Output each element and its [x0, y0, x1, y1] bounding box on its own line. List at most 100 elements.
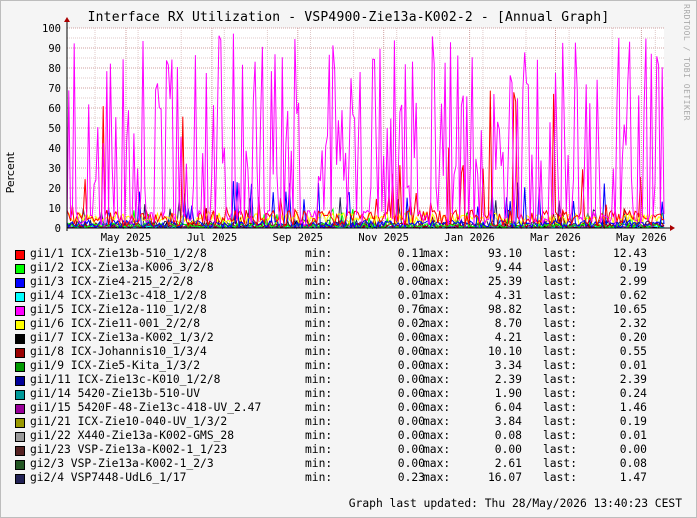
max-label: max:: [423, 401, 451, 414]
last-label: last:: [543, 247, 578, 260]
max-value: 9.44: [494, 261, 522, 274]
legend-row: gi1/4 ICX-Zie13c-418_1/2/8 min: 0.01 max: 4.…: [15, 289, 685, 303]
max-value: 4.31: [494, 289, 522, 302]
legend-label: gi2/4 VSP7448-UdL6_1/17: [30, 471, 187, 484]
last-label: last:: [543, 317, 578, 330]
legend-row: gi2/3 VSP-Zie13a-K002-1_2/3 min: 0.00 max: 2…: [15, 457, 685, 471]
max-value: 16.07: [487, 471, 522, 484]
min-value: 0.00: [397, 415, 425, 428]
legend-swatch: [15, 376, 25, 386]
last-value: 1.46: [619, 401, 647, 414]
min-value: 0.11: [397, 247, 425, 260]
legend-label: gi1/7 ICX-Zie13a-K002_1/3/2: [30, 331, 214, 344]
last-value: 2.32: [619, 317, 647, 330]
max-value: 93.10: [487, 247, 522, 260]
min-label: min:: [305, 359, 333, 372]
legend: gi1/1 ICX-Zie13b-510_1/2/8 min: 0.11 max: 93…: [15, 247, 685, 485]
legend-row: gi1/14 5420-Zie13b-510-UV min: 0.00 max: 1.9…: [15, 387, 685, 401]
min-value: 0.00: [397, 359, 425, 372]
max-value: 6.04: [494, 401, 522, 414]
y-tick-label: 90: [48, 43, 61, 55]
max-value: 1.90: [494, 387, 522, 400]
max-label: max:: [423, 429, 451, 442]
legend-swatch: [15, 320, 25, 330]
last-label: last:: [543, 261, 578, 274]
legend-swatch: [15, 334, 25, 344]
min-value: 0.23: [397, 471, 425, 484]
min-value: 0.00: [397, 373, 425, 386]
last-value: 1.47: [619, 471, 647, 484]
max-label: max:: [423, 261, 451, 274]
x-tick-label: May 2025: [101, 232, 152, 244]
legend-swatch: [15, 348, 25, 358]
legend-swatch: [15, 306, 25, 316]
y-tick-label: 80: [48, 63, 61, 75]
legend-swatch: [15, 390, 25, 400]
y-tick-label: 60: [48, 103, 61, 115]
min-value: 0.02: [397, 317, 425, 330]
legend-label: gi1/23 VSP-Zie13a-K002-1_1/23: [30, 443, 228, 456]
legend-row: gi1/11 ICX-Zie13c-K010_1/2/8 min: 0.00 max:…: [15, 373, 685, 387]
max-value: 25.39: [487, 275, 522, 288]
last-value: 0.62: [619, 289, 647, 302]
max-value: 3.34: [494, 359, 522, 372]
min-label: min:: [305, 345, 333, 358]
min-value: 0.00: [397, 457, 425, 470]
min-value: 0.00: [397, 401, 425, 414]
max-label: max:: [423, 317, 451, 330]
max-value: 10.10: [487, 345, 522, 358]
y-tick-label: 20: [48, 183, 61, 195]
min-label: min:: [305, 471, 333, 484]
legend-label: gi2/3 VSP-Zie13a-K002-1_2/3: [30, 457, 214, 470]
min-label: min:: [305, 429, 333, 442]
legend-swatch: [15, 432, 25, 442]
max-label: max:: [423, 471, 451, 484]
legend-label: gi1/14 5420-Zie13b-510-UV: [30, 387, 201, 400]
y-tick-label: 40: [48, 143, 61, 155]
max-label: max:: [423, 247, 451, 260]
legend-label: gi1/8 ICX-Johannis10_1/3/4: [30, 345, 207, 358]
x-tick-label: Jan 2026: [444, 232, 495, 244]
last-value: 0.55: [619, 345, 647, 358]
legend-row: gi1/22 X440-Zie13a-K002-GMS_28 min: 0.00 ma…: [15, 429, 685, 443]
legend-row: gi1/5 ICX-Zie12a-110_1/2/8 min: 0.76 max: 98…: [15, 303, 685, 317]
max-value: 0.00: [494, 443, 522, 456]
legend-label: gi1/15 5420F-48-Zie13c-418-UV_2.47: [30, 401, 262, 414]
legend-row: gi1/2 ICX-Zie13a-K006_3/2/8 min: 0.00 max: 9…: [15, 261, 685, 275]
legend-swatch: [15, 278, 25, 288]
max-value: 0.08: [494, 429, 522, 442]
max-label: max:: [423, 345, 451, 358]
last-label: last:: [543, 415, 578, 428]
last-value: 0.20: [619, 331, 647, 344]
legend-row: gi1/9 ICX-Zie5-Kita_1/3/2 min: 0.00 max: 3.3…: [15, 359, 685, 373]
legend-row: gi1/7 ICX-Zie13a-K002_1/3/2 min: 0.00 max: 4…: [15, 331, 685, 345]
max-label: max:: [423, 443, 451, 456]
legend-row: gi1/21 ICX-Zie10-040-UV_1/3/2 min: 0.00 max…: [15, 415, 685, 429]
min-value: 0.00: [397, 275, 425, 288]
x-axis-arrow: [670, 225, 675, 231]
min-label: min:: [305, 289, 333, 302]
y-tick-label: 50: [48, 123, 61, 135]
last-updated: Graph last updated: Thu 28/May/2026 13:4…: [348, 497, 682, 510]
max-value: 2.61: [494, 457, 522, 470]
legend-row: gi1/3 ICX-Zie4-215_2/2/8 min: 0.00 max: 25.3…: [15, 275, 685, 289]
last-label: last:: [543, 429, 578, 442]
last-label: last:: [543, 289, 578, 302]
x-tick-label: Sep 2025: [273, 232, 324, 244]
legend-label: gi1/6 ICX-Zie11-001_2/2/8: [30, 317, 201, 330]
y-tick-label: 70: [48, 83, 61, 95]
legend-swatch: [15, 362, 25, 372]
max-value: 3.84: [494, 415, 522, 428]
min-label: min:: [305, 401, 333, 414]
legend-swatch: [15, 292, 25, 302]
last-label: last:: [543, 373, 578, 386]
last-value: 2.39: [619, 373, 647, 386]
max-label: max:: [423, 457, 451, 470]
legend-swatch: [15, 264, 25, 274]
last-value: 0.00: [619, 443, 647, 456]
last-label: last:: [543, 331, 578, 344]
legend-row: gi1/6 ICX-Zie11-001_2/2/8 min: 0.02 max: 8.7…: [15, 317, 685, 331]
max-label: max:: [423, 275, 451, 288]
min-label: min:: [305, 373, 333, 386]
x-tick-label: Mar 2026: [530, 232, 581, 244]
